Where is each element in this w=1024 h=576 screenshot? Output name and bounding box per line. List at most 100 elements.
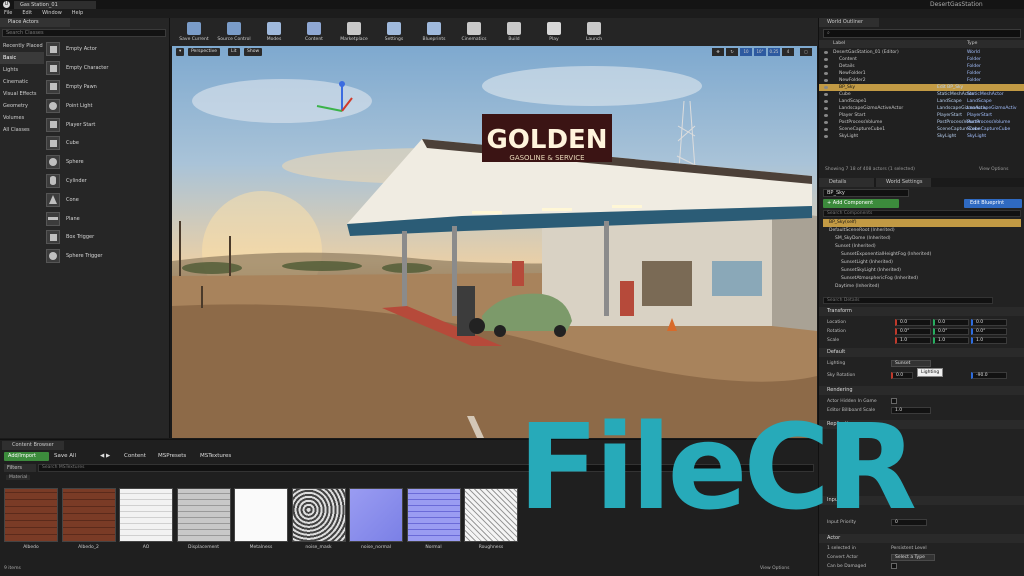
source-control-button[interactable]: Source Control (214, 18, 254, 46)
component-row[interactable]: Sunset (Inherited) (823, 243, 1021, 251)
rotation-snap-value[interactable]: 10° (754, 48, 766, 56)
class-search-input[interactable]: Search Classes (2, 29, 166, 37)
filters-button[interactable]: Filters (4, 464, 36, 472)
blueprints-button[interactable]: Blueprints (414, 18, 454, 46)
breadcrumb-mspresets[interactable]: MSPresets (158, 452, 186, 461)
outliner-row[interactable]: NewFolder2 Folder (819, 77, 1024, 84)
visibility-eye-icon[interactable] (824, 58, 828, 61)
breadcrumb-content[interactable]: Content (124, 452, 146, 461)
default-section[interactable]: Default (819, 348, 1024, 357)
grid-snap-value[interactable]: 10 (740, 48, 752, 56)
asset-tile-noise-normal[interactable]: noise_normal (349, 488, 403, 550)
outliner-row[interactable]: Cube StaticMeshActor StaticMeshActor (819, 91, 1024, 98)
tab-details[interactable]: Details (819, 178, 874, 187)
outliner-row[interactable]: DesertGasStation_01 (Editor) World (819, 49, 1024, 56)
category-lights[interactable]: Lights (0, 64, 44, 76)
component-search-input[interactable]: Search Components (823, 210, 1021, 217)
rotation-x-field[interactable]: 0.0° (895, 328, 931, 335)
can-be-damaged-checkbox[interactable] (891, 563, 897, 569)
visibility-eye-icon[interactable] (824, 128, 828, 131)
category-geometry[interactable]: Geometry (0, 100, 44, 112)
details-search-input[interactable]: Search Details (823, 297, 993, 304)
component-row[interactable]: BP_Sky(self) (823, 219, 1021, 227)
asset-tile-albedo[interactable]: Albedo (4, 488, 58, 550)
asset-tile-normal[interactable]: Normal (406, 488, 461, 550)
convert-actor-dropdown[interactable]: Select a Type (891, 554, 935, 561)
category-basic[interactable]: Basic (0, 52, 44, 64)
category-recently-placed[interactable]: Recently Placed (0, 40, 44, 52)
outliner-search-input[interactable]: ⌕ (823, 29, 1021, 38)
component-row[interactable]: Daytime (Inherited) (823, 283, 1021, 291)
outliner-row[interactable]: BP_Sky Edit BP_Sky (819, 84, 1024, 91)
menu-file[interactable]: File (4, 9, 12, 18)
place-item-empty-actor[interactable]: Empty Actor (46, 40, 166, 59)
place-item-cylinder[interactable]: Cylinder (46, 172, 166, 191)
location-z-field[interactable]: 0.0 (971, 319, 1007, 326)
build-button[interactable]: Build (494, 18, 534, 46)
sky-rotation-z-field[interactable]: -90.0 (971, 372, 1007, 379)
cinematics-button[interactable]: Cinematics (454, 18, 494, 46)
menu-window[interactable]: Window (42, 9, 62, 18)
outliner-row[interactable]: Content Folder (819, 56, 1024, 63)
camera-speed-value[interactable]: 4 (782, 48, 794, 56)
marketplace-button[interactable]: Marketplace (334, 18, 374, 46)
menu-edit[interactable]: Edit (22, 9, 32, 18)
visibility-eye-icon[interactable] (824, 114, 828, 117)
content-button[interactable]: Content (294, 18, 334, 46)
rotate-tool-button[interactable]: ↻ (726, 48, 738, 56)
outliner-row[interactable]: NewFolder1 Folder (819, 70, 1024, 77)
scale-z-field[interactable]: 1.0 (971, 337, 1007, 344)
content-view-options[interactable]: View Options (760, 566, 789, 571)
add-component-button[interactable]: + Add Component (823, 199, 899, 208)
asset-tile-roughness[interactable]: Roughness (464, 488, 518, 550)
visibility-eye-icon[interactable] (824, 100, 828, 103)
show-button[interactable]: Show (244, 48, 263, 56)
component-row[interactable]: SunsetSkyLight (Inherited) (823, 267, 1021, 275)
place-item-point-light[interactable]: Point Light (46, 96, 166, 115)
save-current-button[interactable]: Save Current (174, 18, 214, 46)
outliner-row[interactable]: Player Start PlayerStart PlayerStart (819, 112, 1024, 119)
place-item-empty-pawn[interactable]: Empty Pawn (46, 78, 166, 97)
visibility-eye-icon[interactable] (824, 135, 828, 138)
perspective-button[interactable]: Perspective (188, 48, 221, 56)
category-all-classes[interactable]: All Classes (0, 124, 44, 136)
outliner-row[interactable]: LandScape1 LandScape LandScape (819, 98, 1024, 105)
outliner-row[interactable]: LandscapeGizmoActiveActor LandscapeGizmoA… (819, 105, 1024, 112)
outliner-row-action[interactable]: Edit BP_Sky (937, 84, 963, 91)
transform-section[interactable]: Transform (819, 307, 1024, 316)
menu-help[interactable]: Help (72, 9, 83, 18)
visibility-eye-icon[interactable] (824, 65, 828, 68)
settings-button[interactable]: Settings (374, 18, 414, 46)
rendering-section[interactable]: Rendering (819, 386, 1024, 395)
outliner-row[interactable]: Details Folder (819, 63, 1024, 70)
edit-blueprint-button[interactable]: Edit Blueprint (964, 199, 1022, 208)
viewport-options-button[interactable]: ▾ (176, 48, 185, 56)
add-import-button[interactable]: Add/Import (4, 452, 49, 461)
sky-rotation-x-field[interactable]: 0.0 (891, 372, 913, 379)
breadcrumb-mstextures[interactable]: MSTextures (200, 452, 231, 461)
maximize-viewport-button[interactable]: ▢ (800, 48, 812, 56)
place-actors-tab[interactable]: Place Actors (0, 18, 70, 27)
tab-world-settings[interactable]: World Settings (876, 178, 931, 187)
modes-button[interactable]: Modes (254, 18, 294, 46)
outliner-row[interactable]: PostProcessVolume PostProcessVolume PostPr… (819, 119, 1024, 126)
place-item-cube[interactable]: Cube (46, 134, 166, 153)
history-back-icon[interactable]: ◀ ▶ (100, 452, 110, 461)
asset-tile-noise-mask[interactable]: noise_mask (291, 488, 346, 550)
visibility-eye-icon[interactable] (824, 79, 828, 82)
component-row[interactable]: DefaultSceneRoot (Inherited) (823, 227, 1021, 235)
category-volumes[interactable]: Volumes (0, 112, 44, 124)
asset-tile-ao[interactable]: AO (119, 488, 173, 550)
outliner-view-options[interactable]: View Options (979, 167, 1008, 172)
actor-name-field[interactable]: BP_Sky (823, 189, 909, 197)
place-item-plane[interactable]: Plane (46, 209, 166, 228)
scale-x-field[interactable]: 1.0 (895, 337, 931, 344)
level-document-tab[interactable]: Gas Station_01 (14, 1, 96, 9)
category-visual-effects[interactable]: Visual Effects (0, 88, 44, 100)
scale-snap-value[interactable]: 0.25 (768, 48, 780, 56)
translate-tool-button[interactable]: ✥ (712, 48, 724, 56)
asset-tile-displacement[interactable]: Displacement (176, 488, 231, 550)
rotation-y-field[interactable]: 0.0° (933, 328, 969, 335)
rotation-z-field[interactable]: 0.0° (971, 328, 1007, 335)
content-browser-tab[interactable]: Content Browser (2, 441, 64, 450)
